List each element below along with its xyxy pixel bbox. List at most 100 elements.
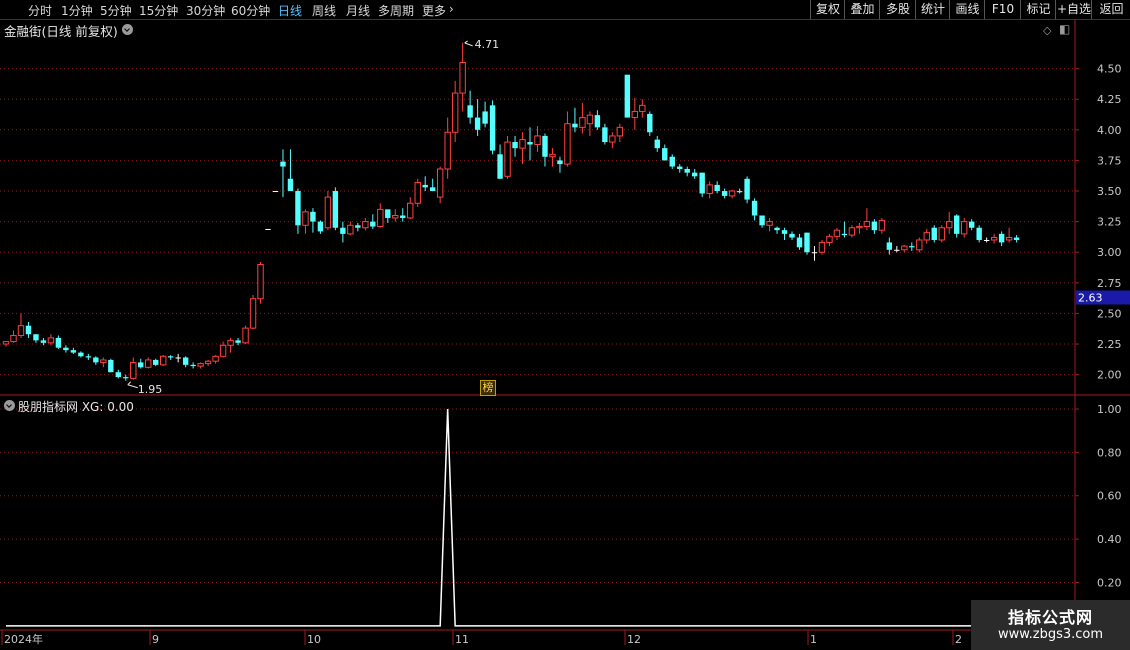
candle xyxy=(684,166,690,177)
x-axis-label: 2024年 xyxy=(4,632,43,646)
candle xyxy=(721,188,728,199)
candle xyxy=(647,111,653,136)
indicator-dropdown-icon[interactable] xyxy=(4,400,15,411)
candle xyxy=(40,337,47,346)
toolbar-button-3[interactable]: 统计 xyxy=(915,0,950,19)
toolbar-button-1[interactable]: 叠加 xyxy=(844,0,880,19)
stock-title: 金融街(日线 前复权) xyxy=(4,24,118,39)
price-tick-label: 2.75 xyxy=(1097,277,1122,290)
toolbar-button-6[interactable]: 标记 xyxy=(1020,0,1056,19)
candle xyxy=(25,322,32,338)
candle xyxy=(370,214,376,229)
candle xyxy=(153,358,159,367)
toolbar-button-7[interactable]: +自选 xyxy=(1055,0,1092,19)
candle xyxy=(130,357,137,380)
candle xyxy=(429,178,436,192)
candle xyxy=(848,225,856,238)
candle xyxy=(85,353,92,360)
period-tab-3[interactable]: 15分钟 xyxy=(139,2,178,19)
candle xyxy=(100,357,107,368)
candle xyxy=(669,154,675,169)
candle xyxy=(766,217,773,232)
period-tab-10[interactable]: 更多 xyxy=(422,2,446,19)
candle xyxy=(78,351,84,358)
candle xyxy=(616,123,624,143)
main-chart-title: 金融街(日线 前复权) xyxy=(4,21,118,40)
panel-toggle-icon[interactable]: ◧ xyxy=(1059,22,1070,36)
period-tab-5[interactable]: 60分钟 xyxy=(231,2,270,19)
candle xyxy=(804,232,810,255)
candle xyxy=(983,237,990,243)
candle xyxy=(811,246,818,261)
price-tick-label: 3.00 xyxy=(1097,246,1122,259)
period-tab-6[interactable]: 日线 xyxy=(278,2,302,19)
candle xyxy=(497,144,503,179)
period-tab-2[interactable]: 5分钟 xyxy=(100,2,132,19)
period-tab-7[interactable]: 周线 xyxy=(312,2,336,19)
candle xyxy=(946,211,953,234)
rank-badge[interactable]: 榜 xyxy=(480,380,496,396)
candle xyxy=(796,233,803,250)
toolbar-button-8[interactable]: 返回 xyxy=(1091,0,1130,19)
indicator-tick-label: 1.00 xyxy=(1097,403,1122,416)
toolbar-button-2[interactable]: 多股 xyxy=(879,0,916,19)
indicator-tick-label: 0.80 xyxy=(1097,446,1122,459)
candle xyxy=(362,217,369,231)
candle xyxy=(10,330,17,343)
period-tab-1[interactable]: 1分钟 xyxy=(61,2,93,19)
candle xyxy=(909,242,915,251)
period-tab-4[interactable]: 30分钟 xyxy=(186,2,225,19)
period-tab-9[interactable]: 多周期 xyxy=(378,2,414,19)
x-axis-label: 10 xyxy=(307,633,321,646)
candle xyxy=(287,149,294,192)
current-price-label: 2.63 xyxy=(1078,292,1103,305)
candle xyxy=(774,226,780,234)
candle xyxy=(916,237,923,253)
indicator-tick-label: 0.60 xyxy=(1097,490,1122,503)
toolbar-button-5[interactable]: F10 xyxy=(984,0,1021,19)
price-tick-label: 3.25 xyxy=(1097,216,1122,229)
period-tab-8[interactable]: 月线 xyxy=(346,2,370,19)
candle xyxy=(886,237,893,255)
candle xyxy=(923,228,930,244)
diamond-icon[interactable]: ◇ xyxy=(1043,24,1051,37)
candle xyxy=(662,144,668,161)
candle xyxy=(265,228,271,230)
candle xyxy=(579,102,586,134)
candle xyxy=(1013,235,1020,243)
candle xyxy=(355,222,361,232)
low-price-label: 1.95 xyxy=(138,383,163,396)
high-price-label: 4.71 xyxy=(475,38,500,51)
candle xyxy=(138,358,144,369)
period-tab-0[interactable]: 分时 xyxy=(28,2,52,19)
candle xyxy=(414,178,421,207)
candle xyxy=(1005,227,1013,243)
candle xyxy=(901,244,908,253)
candle xyxy=(960,217,968,238)
candle xyxy=(602,123,608,145)
more-chevron-icon[interactable]: › xyxy=(449,2,454,16)
candle xyxy=(33,334,39,343)
toolbar-button-4[interactable]: 画线 xyxy=(949,0,985,19)
candle xyxy=(474,99,481,136)
candle xyxy=(400,208,406,222)
candle xyxy=(70,347,77,354)
price-tick-label: 2.25 xyxy=(1097,338,1122,351)
candle xyxy=(459,42,466,112)
candle xyxy=(280,149,286,198)
candle xyxy=(347,221,354,236)
candle xyxy=(954,214,960,238)
price-tick-label: 3.75 xyxy=(1097,154,1122,167)
toolbar-button-0[interactable]: 复权 xyxy=(810,0,845,19)
candle xyxy=(549,148,556,167)
candle xyxy=(489,100,496,155)
candle xyxy=(385,209,391,223)
candle xyxy=(407,197,414,220)
candle xyxy=(108,358,114,373)
candle xyxy=(826,233,833,247)
candle xyxy=(504,135,511,179)
candle xyxy=(444,117,451,179)
candle xyxy=(212,355,219,364)
main-chart-dropdown-icon[interactable] xyxy=(122,24,133,35)
candle xyxy=(624,74,631,118)
